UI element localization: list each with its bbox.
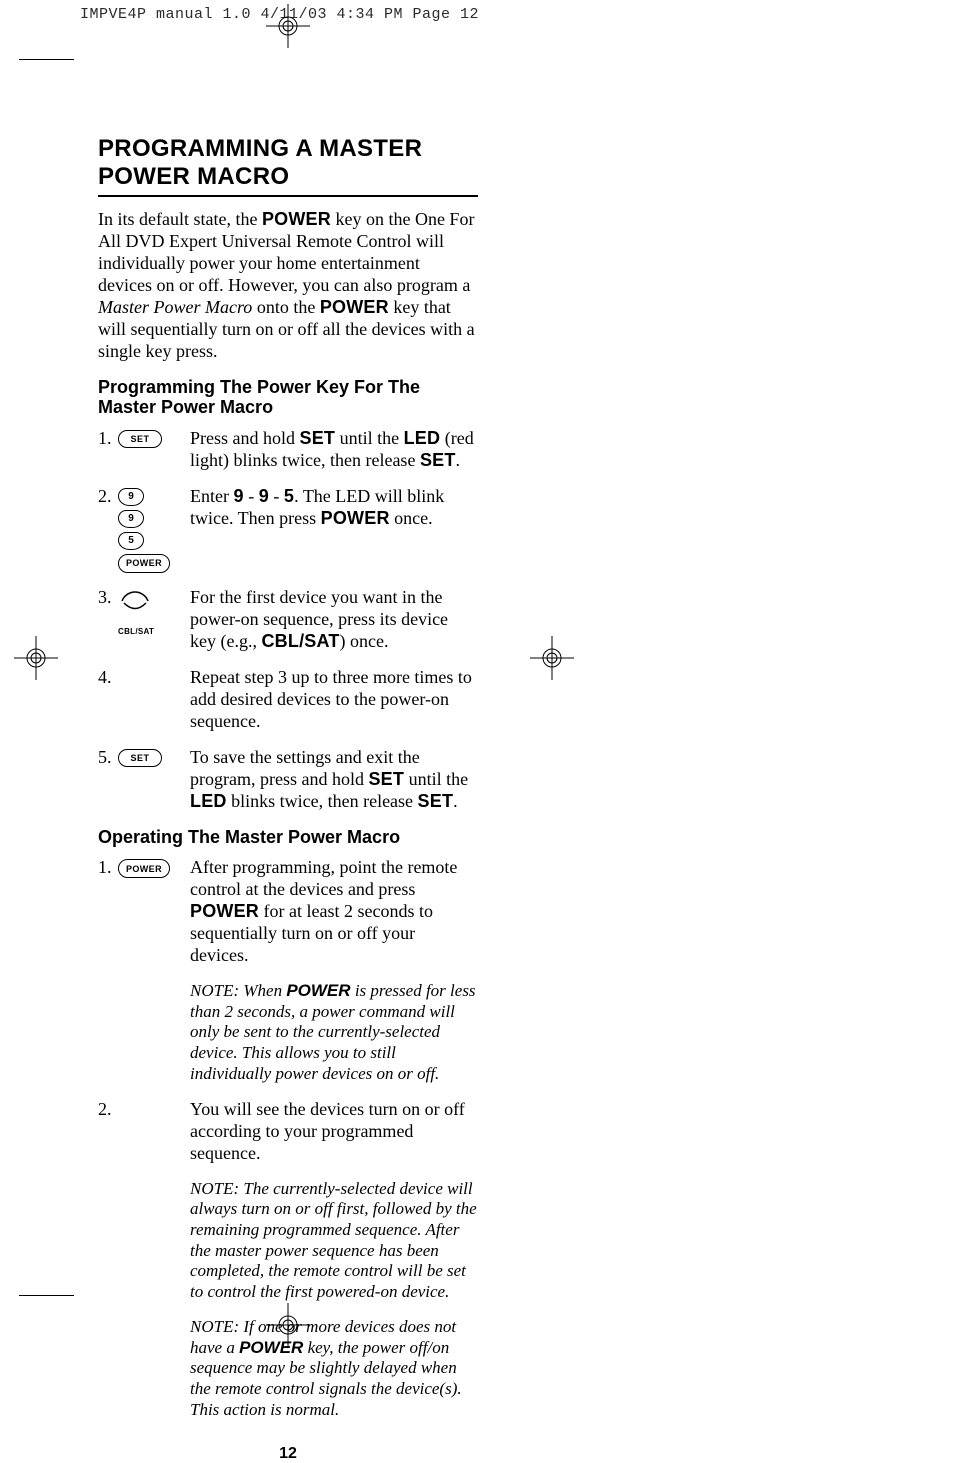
note-text: NOTE: The currently-selected device will…	[190, 1179, 478, 1303]
text: until the	[404, 769, 468, 789]
bold-text: POWER	[286, 981, 350, 1000]
power-button-icon: POWER	[118, 859, 170, 878]
step-icons: SET	[118, 428, 190, 448]
intro-paragraph: In its default state, the POWER key on t…	[98, 209, 478, 363]
text: .	[456, 450, 461, 470]
bold-text: 9	[233, 486, 243, 506]
step-icons: POWER	[118, 857, 190, 878]
bold-text: 9	[259, 486, 269, 506]
text: -	[244, 486, 259, 506]
page-number: 12	[98, 1445, 478, 1463]
step-icons: 9 9 5 POWER	[118, 486, 190, 573]
bold-text: POWER	[321, 508, 390, 528]
text: blinks twice, then release	[227, 791, 418, 811]
bold-text: 5	[284, 486, 294, 506]
step-icons: CBL/SAT	[118, 587, 190, 636]
step-row: 5. SET To save the settings and exit the…	[98, 747, 478, 813]
subsection-title: Operating The Master Power Macro	[98, 827, 478, 848]
text: In its default state, the	[98, 209, 262, 229]
bold-text: POWER	[262, 209, 331, 229]
digit-button-icon: 9	[118, 488, 144, 506]
bold-text: LED	[190, 791, 227, 811]
text: once.	[390, 508, 433, 528]
subsection-title: Programming The Power Key For The Master…	[98, 377, 478, 418]
set-button-icon: SET	[118, 430, 162, 448]
text: until the	[335, 428, 404, 448]
text: onto the	[252, 297, 320, 317]
text: ) once.	[340, 631, 389, 651]
step-text: Press and hold SET until the LED (red li…	[190, 428, 478, 472]
bold-text: LED	[404, 428, 441, 448]
device-button-icon	[118, 589, 152, 623]
text: You will see the devices turn on or off …	[190, 1099, 478, 1165]
digit-button-icon: 5	[118, 532, 144, 550]
step-icons	[118, 1099, 190, 1101]
digit-button-icon: 9	[118, 510, 144, 528]
step-text: Enter 9 - 9 - 5. The LED will blink twic…	[190, 486, 478, 530]
bold-text: SET	[418, 791, 454, 811]
bold-text: POWER	[320, 297, 389, 317]
section-title: PROGRAMMING A MASTER POWER MACRO	[98, 135, 478, 197]
italic-text: Master Power Macro	[98, 297, 252, 317]
step-row: 2. 9 9 5 POWER Enter 9 - 9 - 5. The LED …	[98, 486, 478, 573]
bold-text: POWER	[190, 901, 259, 921]
step-number: 2.	[98, 1099, 118, 1120]
step-number: 2.	[98, 486, 118, 507]
step-text: For the first device you want in the pow…	[190, 587, 478, 653]
text: .	[453, 791, 458, 811]
step-number: 1.	[98, 857, 118, 878]
step-number: 5.	[98, 747, 118, 768]
crop-mark	[19, 59, 74, 60]
step-text: You will see the devices turn on or off …	[190, 1099, 478, 1421]
step-number: 3.	[98, 587, 118, 608]
bold-text: CBL/SAT	[261, 631, 339, 651]
crop-mark	[19, 1295, 74, 1296]
bold-text: SET	[300, 428, 336, 448]
text: Repeat step 3 up to three more times to …	[190, 667, 478, 733]
note-text: NOTE: When POWER is pressed for less tha…	[190, 981, 478, 1085]
text: Enter	[190, 486, 233, 506]
bold-text: SET	[420, 450, 456, 470]
step-text: Repeat step 3 up to three more times to …	[190, 667, 478, 733]
registration-mark-icon	[534, 640, 570, 676]
device-button-label: CBL/SAT	[118, 627, 154, 636]
note-text: NOTE: If one or more devices does not ha…	[190, 1317, 478, 1421]
registration-mark-icon	[270, 8, 306, 44]
step-row: 2. You will see the devices turn on or o…	[98, 1099, 478, 1421]
power-button-icon: POWER	[118, 554, 170, 573]
step-number: 1.	[98, 428, 118, 449]
bold-text: SET	[368, 769, 404, 789]
text: Press and hold	[190, 428, 300, 448]
step-text: To save the settings and exit the progra…	[190, 747, 478, 813]
step-icons: SET	[118, 747, 190, 767]
step-number: 4.	[98, 667, 118, 688]
step-row: 1. POWER After programming, point the re…	[98, 857, 478, 1084]
step-row: 4. Repeat step 3 up to three more times …	[98, 667, 478, 733]
registration-mark-icon	[18, 640, 54, 676]
bold-text: POWER	[239, 1338, 303, 1357]
set-button-icon: SET	[118, 749, 162, 767]
text: -	[269, 486, 284, 506]
text: NOTE: When	[190, 981, 286, 1000]
step-text: After programming, point the remote cont…	[190, 857, 478, 1084]
page-content: PROGRAMMING A MASTER POWER MACRO In its …	[98, 135, 478, 1463]
step-row: 3. CBL/SAT For the first device you want…	[98, 587, 478, 653]
text: After programming, point the remote cont…	[190, 857, 457, 899]
step-row: 1. SET Press and hold SET until the LED …	[98, 428, 478, 472]
step-icons	[118, 667, 190, 669]
